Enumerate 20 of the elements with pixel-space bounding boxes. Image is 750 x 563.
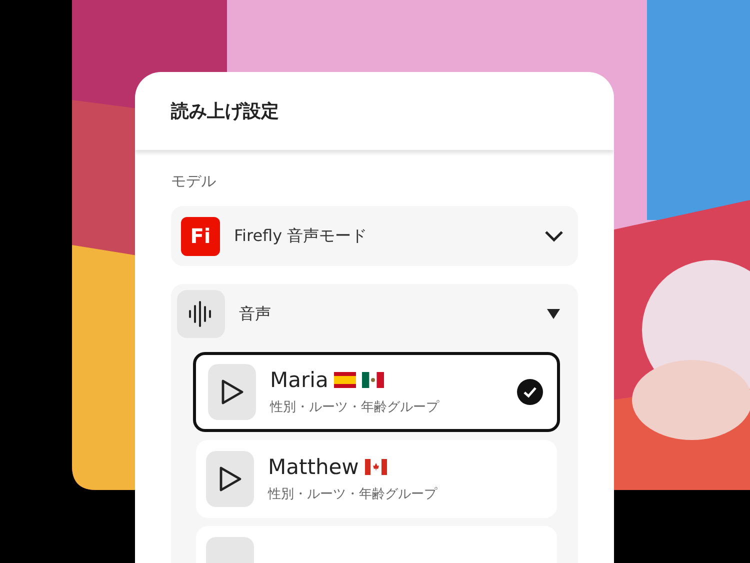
play-button[interactable] <box>206 451 254 507</box>
model-label: モデル <box>171 172 216 191</box>
model-dropdown[interactable]: Fi Firefly 音声モード <box>171 206 578 266</box>
voice-section-toggle[interactable]: 音声 <box>177 290 578 338</box>
voice-option[interactable]: Matthew 性別・ルーツ・年齢グループ <box>196 440 557 518</box>
checkmark-icon <box>517 379 543 405</box>
voice-name: Maria <box>270 368 328 392</box>
mexico-flag-icon <box>362 372 384 388</box>
spain-flag-icon <box>334 372 356 388</box>
play-icon <box>219 378 245 406</box>
app-logo-icon: Fi <box>181 216 220 256</box>
voice-name: Matthew <box>268 455 359 479</box>
waveform-icon <box>188 300 214 328</box>
voice-description: 性別・ルーツ・年齢グループ <box>270 399 440 416</box>
play-button[interactable] <box>208 364 256 420</box>
panel-title: 読み上げ設定 <box>171 100 279 123</box>
play-icon <box>217 465 243 493</box>
canada-flag-icon <box>364 459 387 475</box>
voice-option[interactable]: Maria 性別・ルーツ・年齢グループ <box>193 352 560 432</box>
voice-description: 性別・ルーツ・年齢グループ <box>268 486 438 503</box>
